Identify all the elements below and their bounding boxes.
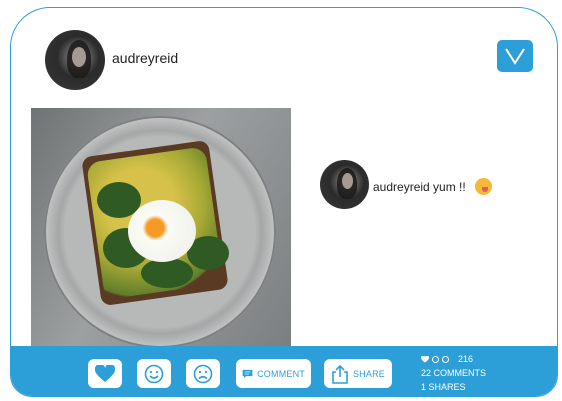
avatar-face: [72, 47, 86, 67]
author-username[interactable]: audreyreid: [112, 50, 178, 66]
action-bar: COMMENT SHARE 216 22 COMMENTS 1 SHARES: [11, 346, 557, 396]
greens-4: [141, 258, 193, 288]
commenter-avatar[interactable]: [320, 160, 369, 209]
share-count[interactable]: 1 SHARES: [421, 380, 486, 394]
heart-icon: [95, 364, 115, 382]
heart-mini-icon: [421, 355, 429, 363]
post-card: audreyreid audreyreid yum !! COMMENT SHA…: [10, 7, 558, 397]
speech-bubble-icon: [242, 369, 253, 378]
yum-emoji-icon: [475, 178, 493, 195]
avatar-face: [342, 173, 353, 189]
reaction-count: 216: [458, 354, 474, 364]
check-v-icon: [505, 48, 525, 65]
comment-body: yum !!: [433, 180, 466, 194]
check-button[interactable]: [497, 40, 533, 72]
share-button[interactable]: SHARE: [324, 359, 392, 388]
sad-reaction-button[interactable]: [186, 359, 220, 388]
post-image[interactable]: [31, 108, 291, 346]
frown-mini-icon: [442, 355, 449, 363]
comment-text: audreyreid yum !!: [373, 178, 493, 195]
smile-mini-icon: [432, 355, 439, 363]
reaction-stats: 216: [421, 352, 486, 366]
happy-reaction-button[interactable]: [137, 359, 171, 388]
share-button-label: SHARE: [352, 368, 385, 379]
commenter-username[interactable]: audreyreid: [373, 180, 430, 194]
like-button[interactable]: [88, 359, 122, 388]
frown-icon: [193, 364, 213, 383]
smile-icon: [144, 364, 164, 383]
poached-egg: [128, 200, 196, 262]
comment-button[interactable]: COMMENT: [236, 359, 311, 388]
comment-button-label: COMMENT: [257, 368, 305, 379]
comment-count[interactable]: 22 COMMENTS: [421, 366, 486, 380]
post-stats: 216 22 COMMENTS 1 SHARES: [421, 352, 486, 394]
author-avatar[interactable]: [45, 30, 105, 90]
share-icon: [332, 364, 348, 384]
